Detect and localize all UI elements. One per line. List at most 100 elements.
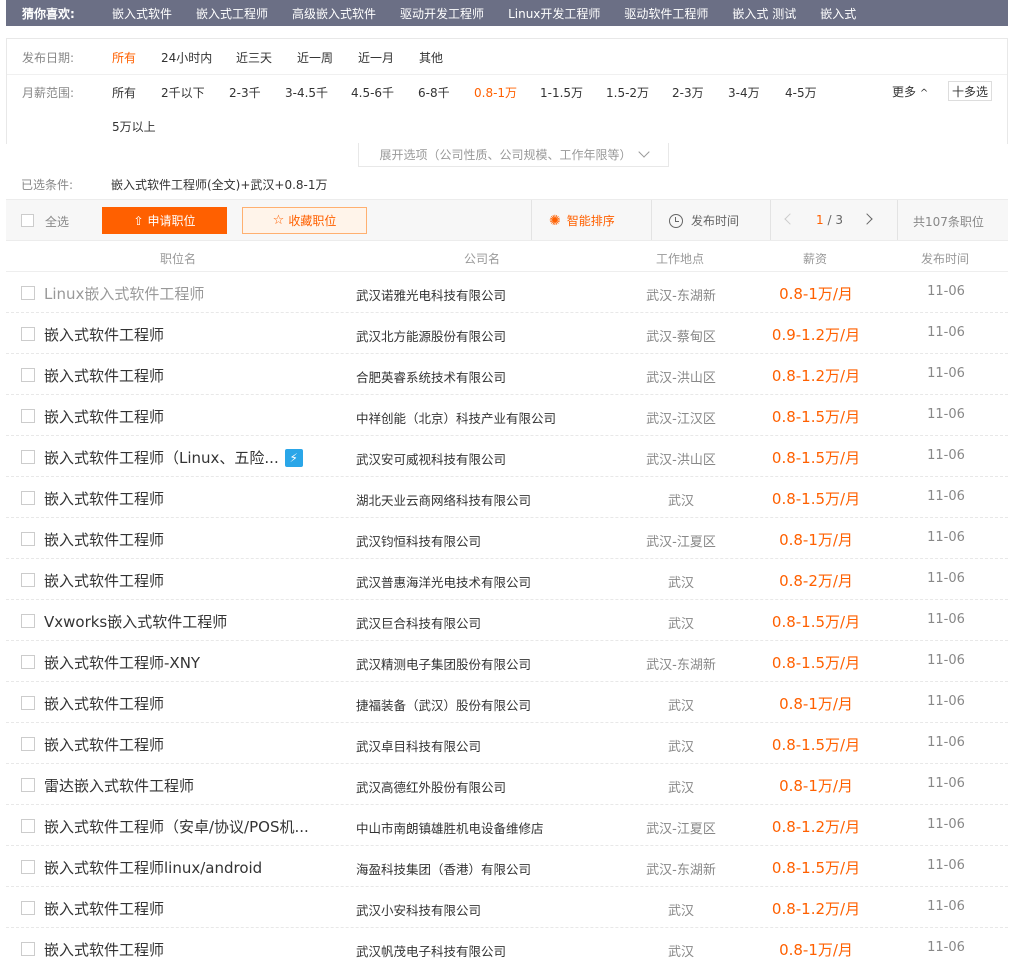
- job-title-link[interactable]: 雷达嵌入式软件工程师: [44, 775, 194, 796]
- job-title-link[interactable]: 嵌入式软件工程师: [44, 570, 164, 591]
- sort-time-button[interactable]: 发布时间: [669, 212, 739, 229]
- company-name-link[interactable]: 中山市南朗镇雄胜机电设备维修店: [356, 818, 544, 837]
- row-checkbox[interactable]: [21, 286, 35, 300]
- job-salary: 0.8-1万/月: [779, 531, 853, 549]
- salary-option[interactable]: 2-3万: [672, 84, 704, 101]
- guess-item[interactable]: 高级嵌入式软件: [292, 5, 376, 22]
- select-all-label[interactable]: 全选: [45, 213, 69, 230]
- job-title-link[interactable]: 嵌入式软件工程师: [44, 939, 164, 960]
- date-option-3days[interactable]: 近三天: [236, 49, 272, 66]
- job-title-link[interactable]: 嵌入式软件工程师: [44, 734, 164, 755]
- job-salary: 0.8-1.5万/月: [771, 654, 861, 672]
- row-checkbox[interactable]: [21, 409, 35, 423]
- company-name-link[interactable]: 武汉精测电子集团股份有限公司: [356, 654, 531, 673]
- row-checkbox[interactable]: [21, 901, 35, 915]
- row-checkbox[interactable]: [21, 819, 35, 833]
- date-option-week[interactable]: 近一周: [297, 49, 333, 66]
- guess-item[interactable]: 驱动软件工程师: [624, 5, 708, 22]
- job-title-link[interactable]: 嵌入式软件工程师（安卓/协议/POS机...: [44, 816, 309, 837]
- row-checkbox[interactable]: [21, 942, 35, 956]
- row-checkbox[interactable]: [21, 327, 35, 341]
- page-prev-icon[interactable]: [784, 213, 796, 225]
- job-title-link[interactable]: 嵌入式软件工程师: [44, 488, 164, 509]
- row-checkbox[interactable]: [21, 655, 35, 669]
- sort-smart-button[interactable]: ✺ 智能排序: [549, 212, 615, 229]
- company-name-link[interactable]: 武汉帆茂电子科技有限公司: [356, 941, 506, 960]
- more-button[interactable]: 更多 ^: [892, 83, 928, 100]
- salary-option[interactable]: 4-5万: [785, 84, 817, 101]
- company-name-link[interactable]: 湖北天业云商网络科技有限公司: [356, 490, 531, 509]
- salary-option[interactable]: 6-8千: [418, 84, 450, 101]
- date-filter-label: 发布日期:: [22, 50, 75, 65]
- job-title-link[interactable]: 嵌入式软件工程师linux/android: [44, 857, 262, 878]
- salary-option[interactable]: 1.5-2万: [606, 84, 649, 101]
- row-checkbox[interactable]: [21, 737, 35, 751]
- job-title-link[interactable]: Vxworks嵌入式软件工程师: [44, 611, 227, 632]
- guess-item[interactable]: 驱动开发工程师: [400, 5, 484, 22]
- job-salary: 0.8-1万/月: [779, 777, 853, 795]
- salary-option[interactable]: 5万以上: [112, 118, 156, 135]
- row-checkbox[interactable]: [21, 614, 35, 628]
- job-title-link[interactable]: 嵌入式软件工程师: [44, 406, 164, 427]
- salary-option-active[interactable]: 0.8-1万: [474, 84, 517, 101]
- chevron-up-icon: ^: [919, 88, 929, 99]
- multi-select-button[interactable]: 十多选: [948, 81, 992, 101]
- row-checkbox[interactable]: [21, 778, 35, 792]
- table-row: 嵌入式软件工程师 武汉卓目科技有限公司 武汉 0.8-1.5万/月 11-06: [6, 723, 1008, 764]
- company-name-link[interactable]: 中祥创能（北京）科技产业有限公司: [356, 408, 556, 427]
- page-next-icon[interactable]: [861, 213, 873, 225]
- date-option-other[interactable]: 其他: [419, 49, 443, 66]
- row-checkbox[interactable]: [21, 573, 35, 587]
- date-option-month[interactable]: 近一月: [358, 49, 394, 66]
- job-title-link[interactable]: 嵌入式软件工程师: [44, 898, 164, 919]
- company-name-link[interactable]: 武汉小安科技有限公司: [356, 900, 481, 919]
- row-checkbox[interactable]: [21, 491, 35, 505]
- salary-option[interactable]: 2千以下: [161, 84, 205, 101]
- row-checkbox[interactable]: [21, 450, 35, 464]
- favorite-job-button[interactable]: ☆ 收藏职位: [242, 207, 367, 234]
- company-name-link[interactable]: 捷福装备（武汉）股份有限公司: [356, 695, 531, 714]
- job-title-link[interactable]: 嵌入式软件工程师: [44, 324, 164, 345]
- apply-job-label: 申请职位: [147, 214, 196, 228]
- job-title-text: 嵌入式软件工程师: [44, 326, 165, 344]
- guess-item[interactable]: 嵌入式 测试: [732, 5, 796, 22]
- company-name-link[interactable]: 武汉诺雅光电科技有限公司: [356, 285, 506, 304]
- salary-option[interactable]: 4.5-6千: [351, 84, 394, 101]
- salary-option[interactable]: 3-4.5千: [285, 84, 328, 101]
- guess-item[interactable]: 嵌入式工程师: [196, 5, 268, 22]
- salary-option[interactable]: 2-3千: [229, 84, 261, 101]
- select-all-checkbox[interactable]: [21, 214, 34, 227]
- company-name-link[interactable]: 武汉高德红外股份有限公司: [356, 777, 506, 796]
- salary-option[interactable]: 1-1.5万: [540, 84, 583, 101]
- company-name-link[interactable]: 武汉普惠海洋光电技术有限公司: [356, 572, 531, 591]
- company-name-link[interactable]: 海盈科技集团（香港）有限公司: [356, 859, 531, 878]
- row-checkbox[interactable]: [21, 696, 35, 710]
- company-name-link[interactable]: 武汉卓目科技有限公司: [356, 736, 481, 755]
- company-name-link[interactable]: 合肥英睿系统技术有限公司: [356, 367, 506, 386]
- apply-job-button[interactable]: ⇧ 申请职位: [102, 207, 227, 234]
- company-name-link[interactable]: 武汉北方能源股份有限公司: [356, 326, 506, 345]
- table-header: 职位名 公司名 工作地点 薪资 发布时间: [6, 242, 1008, 272]
- job-title-link[interactable]: 嵌入式软件工程师: [44, 693, 164, 714]
- guess-item[interactable]: 嵌入式: [820, 5, 856, 22]
- job-title-link[interactable]: 嵌入式软件工程师: [44, 365, 164, 386]
- date-option-all[interactable]: 所有: [112, 49, 136, 66]
- company-name-link[interactable]: 武汉安可威视科技有限公司: [356, 449, 506, 468]
- job-title-link[interactable]: 嵌入式软件工程师（Linux、五险... ⚡: [44, 447, 303, 468]
- job-title-link[interactable]: 嵌入式软件工程师: [44, 529, 164, 550]
- expand-options-button[interactable]: 展开选项（公司性质、公司规模、工作年限等）: [358, 143, 669, 167]
- company-name-link[interactable]: 武汉钧恒科技有限公司: [356, 531, 481, 550]
- salary-option[interactable]: 所有: [112, 84, 136, 101]
- date-option-24h[interactable]: 24小时内: [161, 49, 212, 66]
- guess-item[interactable]: Linux开发工程师: [508, 5, 600, 22]
- job-title-text: 嵌入式软件工程师（安卓/协议/POS机...: [44, 818, 309, 836]
- salary-option[interactable]: 3-4万: [728, 84, 760, 101]
- job-title-link[interactable]: Linux嵌入式软件工程师: [44, 283, 204, 304]
- row-checkbox[interactable]: [21, 368, 35, 382]
- row-checkbox[interactable]: [21, 532, 35, 546]
- job-title-link[interactable]: 嵌入式软件工程师-XNY: [44, 652, 200, 673]
- company-name-link[interactable]: 武汉巨合科技有限公司: [356, 613, 481, 632]
- row-checkbox[interactable]: [21, 860, 35, 874]
- guess-item[interactable]: 嵌入式软件: [112, 5, 172, 22]
- job-salary: 0.9-1.2万/月: [771, 326, 861, 344]
